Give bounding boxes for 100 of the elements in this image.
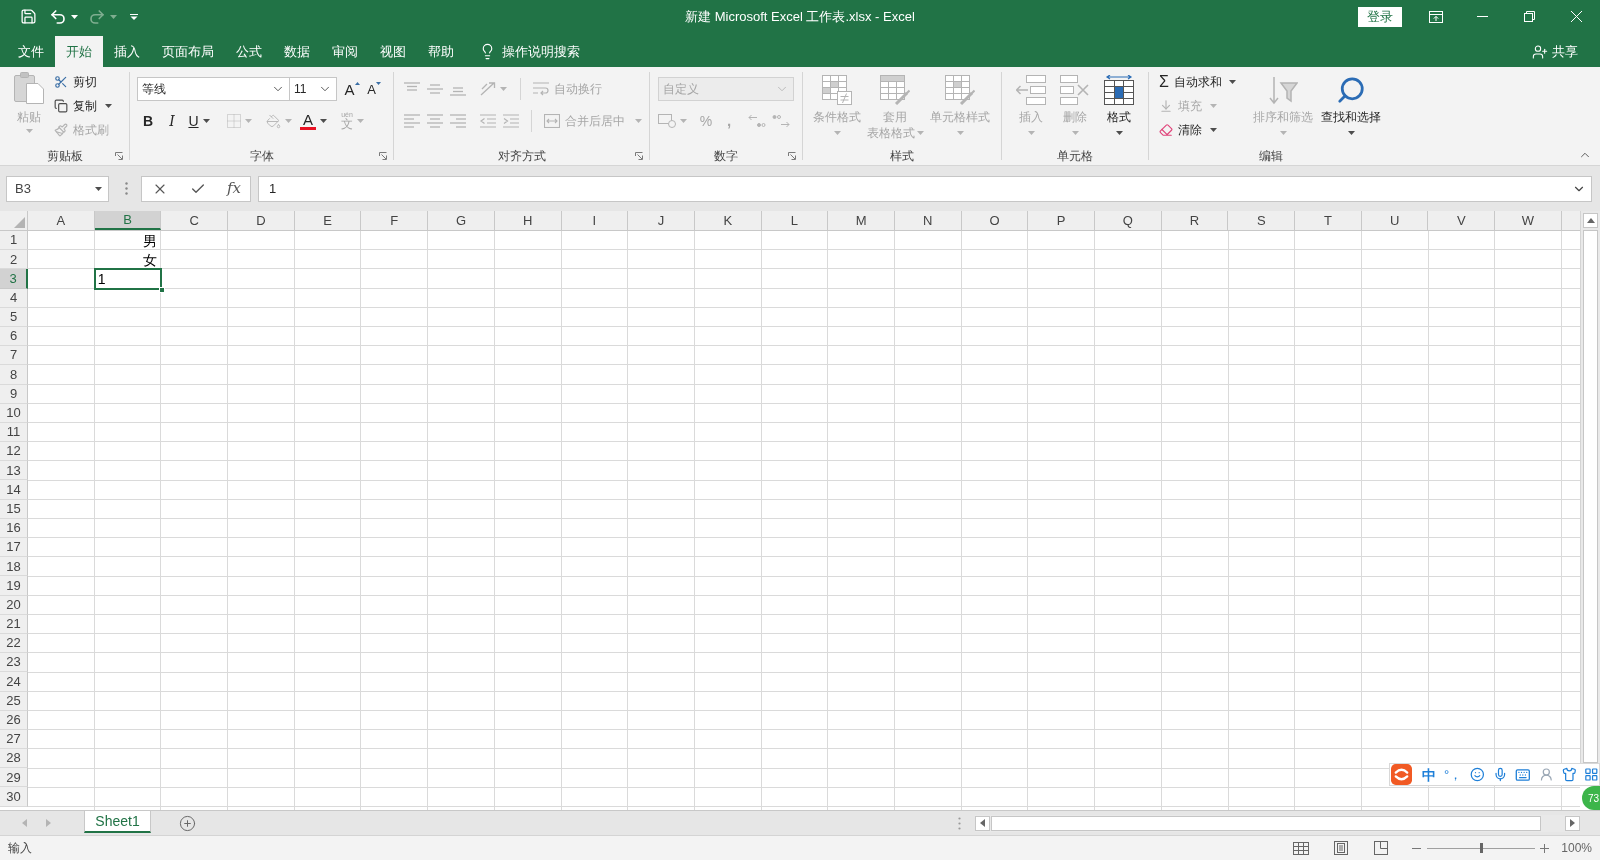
punctuation-button[interactable]: °， [1444, 766, 1463, 783]
grid-view-icon[interactable] [1293, 841, 1310, 855]
column-header[interactable]: G [428, 211, 495, 230]
dialog-launcher-icon[interactable] [115, 151, 123, 160]
row-header[interactable]: 1 [0, 231, 28, 251]
cut-button[interactable]: 剪切 [54, 70, 112, 94]
column-header[interactable]: T [1295, 211, 1362, 230]
dialog-launcher-icon[interactable] [379, 151, 387, 160]
active-cell[interactable]: 1 [94, 269, 162, 289]
dialog-launcher-icon[interactable] [635, 151, 643, 160]
row-header[interactable]: 18 [0, 557, 28, 577]
sheet-tab[interactable]: Sheet1 [84, 811, 151, 833]
plus-icon[interactable] [1540, 843, 1550, 853]
formula-input[interactable]: 1 [258, 175, 1592, 202]
column-header[interactable]: B [94, 211, 162, 230]
cells-button[interactable]: 格式 [1097, 67, 1141, 135]
column-header[interactable]: P [1028, 211, 1095, 230]
row-header[interactable]: 16 [0, 518, 28, 538]
column-header[interactable]: F [361, 211, 429, 230]
minus-icon[interactable] [1412, 847, 1422, 849]
zoom-slider-thumb[interactable] [1479, 843, 1483, 853]
row-header[interactable]: 12 [0, 442, 28, 462]
restore-icon[interactable] [1524, 11, 1535, 22]
column-header[interactable]: W [1495, 211, 1562, 230]
share-button[interactable]: 共享 [1532, 36, 1578, 67]
scroll-right-button[interactable] [1565, 815, 1580, 831]
column-header[interactable]: V [1428, 211, 1496, 230]
row-header[interactable]: 17 [0, 538, 28, 558]
row-header[interactable]: 21 [0, 614, 28, 634]
sign-in-button[interactable]: 登录 [1358, 6, 1402, 27]
scroll-left-button[interactable] [975, 815, 990, 831]
ribbon-tab[interactable]: 页面布局 [151, 36, 225, 67]
ribbon-tab[interactable]: 开始 [55, 36, 103, 67]
column-header[interactable]: O [961, 211, 1029, 230]
column-header[interactable]: U [1361, 211, 1429, 230]
ribbon-tab[interactable]: 插入 [103, 36, 151, 67]
scrollbar-thumb[interactable] [1583, 230, 1598, 763]
scroll-up-button[interactable] [1583, 213, 1598, 228]
row-header[interactable]: 30 [0, 787, 28, 807]
dialog-launcher-icon[interactable] [788, 151, 796, 160]
person-icon[interactable] [1539, 767, 1554, 782]
row-header[interactable]: 10 [0, 403, 28, 423]
autosum-button[interactable]: Σ 自动求和 [1159, 70, 1251, 94]
row-header[interactable]: 14 [0, 480, 28, 500]
insert-function-button[interactable]: fx [227, 177, 241, 200]
row-header[interactable]: 27 [0, 729, 28, 750]
splitter-handle-icon[interactable] [958, 816, 961, 830]
column-header[interactable]: C [161, 211, 229, 230]
column-header[interactable]: K [694, 211, 762, 230]
ribbon-tab[interactable]: 视图 [369, 36, 417, 67]
column-header[interactable]: E [294, 211, 362, 230]
row-header[interactable]: 4 [0, 288, 28, 308]
undo-button[interactable] [49, 7, 78, 26]
name-box[interactable]: B3 [6, 175, 109, 202]
row-header[interactable]: 23 [0, 653, 28, 673]
bold-button[interactable]: B [137, 109, 159, 133]
keyboard-icon[interactable] [1515, 766, 1532, 783]
copy-button[interactable]: 复制 [54, 94, 112, 118]
clear-button[interactable]: 清除 [1159, 118, 1251, 142]
page-break-icon[interactable] [1374, 841, 1389, 855]
ribbon-tab[interactable]: 公式 [225, 36, 273, 67]
column-header[interactable]: I [561, 211, 629, 230]
column-header[interactable]: L [761, 211, 829, 230]
font-size-combo[interactable]: 11 [289, 77, 337, 101]
ribbon-tab[interactable]: 文件 [7, 36, 55, 67]
fill-handle[interactable] [159, 286, 166, 293]
zoom-level-text[interactable]: 100% [1561, 839, 1592, 857]
page-view-icon[interactable] [1334, 841, 1349, 855]
scrollbar-thumb[interactable] [991, 815, 1541, 831]
column-header[interactable]: J [628, 211, 695, 230]
ribbon-tab[interactable]: 数据 [273, 36, 321, 67]
row-header[interactable]: 26 [0, 710, 28, 730]
italic-button[interactable]: I [161, 109, 183, 133]
row-header[interactable]: 8 [0, 365, 28, 385]
search-field[interactable]: 操作说明搜索 [502, 41, 594, 62]
column-header[interactable]: S [1228, 211, 1296, 230]
row-header[interactable]: 13 [0, 461, 28, 481]
font-name-combo[interactable]: 等线 [137, 77, 290, 101]
ribbon-tab[interactable]: 帮助 [417, 36, 465, 67]
row-header[interactable]: 3 [0, 269, 28, 289]
microphone-icon[interactable] [1492, 767, 1508, 782]
shirt-icon[interactable] [1561, 767, 1577, 782]
row-header[interactable]: 19 [0, 576, 28, 596]
row-header[interactable]: 15 [0, 499, 28, 519]
row-header[interactable]: 24 [0, 672, 28, 692]
ribbon-tab[interactable]: 审阅 [321, 36, 369, 67]
row-header[interactable]: 7 [0, 346, 28, 366]
row-header[interactable]: 20 [0, 595, 28, 615]
row-header[interactable]: 5 [0, 307, 28, 327]
close-icon[interactable] [1571, 11, 1582, 22]
add-sheet-icon[interactable] [179, 814, 196, 832]
column-header[interactable]: D [228, 211, 295, 230]
window-arrow-icon[interactable] [1428, 10, 1443, 23]
row-header[interactable]: 29 [0, 768, 28, 788]
smiley-icon[interactable] [1470, 767, 1485, 782]
grow-font-button[interactable]: A [341, 77, 363, 101]
row-header[interactable]: 11 [0, 422, 28, 443]
row-header[interactable]: 6 [0, 326, 28, 347]
logo-icon[interactable] [1391, 764, 1412, 785]
shrink-font-button[interactable]: A [363, 77, 385, 101]
